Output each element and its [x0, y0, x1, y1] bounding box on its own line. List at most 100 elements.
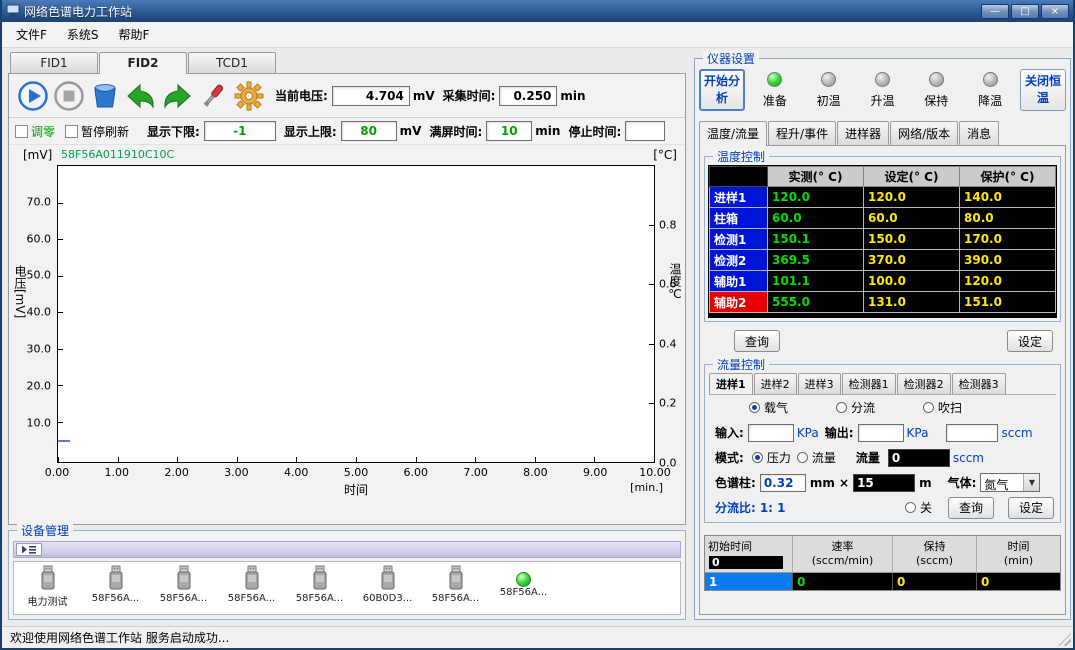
program-row[interactable]: 1 0 0 0	[705, 573, 1060, 590]
device-item-7[interactable]: 58F56A...	[428, 565, 483, 604]
program-col-header-1: 初始时间0	[705, 536, 793, 572]
flow-set-button[interactable]: 设定	[1008, 497, 1054, 519]
temp-query-button[interactable]: 查询	[734, 330, 780, 352]
settings-tab-page: 温度控制 实测(° C)设定(° C)保护(° C)进样1120.0120.01…	[699, 145, 1066, 615]
x-tick-label: 4.00	[284, 466, 309, 479]
settings-tab-2[interactable]: 程升/事件	[768, 121, 836, 145]
clear-data-button[interactable]	[87, 78, 123, 114]
stage-item-5[interactable]: 降温	[967, 72, 1013, 109]
minimize-button[interactable]: —	[981, 4, 1009, 19]
zero-checkbox[interactable]	[15, 125, 28, 138]
mode-radio-2[interactable]: 流量	[797, 449, 836, 466]
y-tick-label: 70.0	[27, 195, 52, 208]
app-icon	[6, 3, 20, 20]
output-pressure-field[interactable]	[858, 424, 904, 442]
temp-zone-row: 柱箱60.060.080.0	[710, 208, 1056, 229]
device-label: 58F56A...	[92, 593, 139, 604]
start-analysis-button[interactable]: 开始分析	[699, 69, 745, 111]
calibration-tool-button[interactable]	[195, 78, 231, 114]
chevron-down-icon[interactable]: ▼	[1023, 474, 1039, 491]
resize-grip[interactable]	[1058, 633, 1071, 646]
zone-set-temp: 120.0	[864, 187, 960, 208]
forward-arrow-button[interactable]	[159, 78, 195, 114]
fullscreen-time-field[interactable]: 10	[486, 121, 532, 141]
flow-tab-3[interactable]: 进样3	[798, 373, 841, 394]
usb-device-icon	[242, 565, 262, 593]
flow-tab-5[interactable]: 检测器2	[897, 373, 951, 394]
column-diameter-field[interactable]: 0.32	[760, 474, 806, 492]
mode-radio-1[interactable]: 压力	[752, 449, 791, 466]
input-pressure-field[interactable]	[748, 424, 794, 442]
device-item-2[interactable]: 58F56A...	[88, 565, 143, 604]
acquisition-toolbar: 当前电压: 4.704 mV 采集时间: 0.250 min	[9, 74, 685, 118]
stage-item-4[interactable]: 保持	[913, 72, 959, 109]
flow-query-button[interactable]: 查询	[948, 497, 994, 519]
menu-item-3[interactable]: 帮助F	[109, 22, 160, 47]
x-tick-mark	[237, 457, 238, 462]
stop-acquisition-button[interactable]	[51, 78, 87, 114]
upper-limit-field[interactable]: 80	[341, 121, 397, 141]
zone-actual-temp: 369.5	[768, 250, 864, 271]
window-controls: — □ ×	[981, 4, 1069, 19]
pause-refresh-checkbox[interactable]	[65, 125, 78, 138]
flow-tab-2[interactable]: 进样2	[754, 373, 797, 394]
flow-setpoint-unit: sccm	[953, 451, 984, 465]
settings-tab-1[interactable]: 温度/流量	[699, 121, 767, 146]
program-hold-value: 0	[893, 573, 977, 590]
menu-item-2[interactable]: 系统S	[57, 22, 109, 47]
settings-tab-5[interactable]: 消息	[959, 121, 999, 145]
acquisition-time-field[interactable]: 0.250	[499, 86, 557, 106]
x-tick-mark	[58, 457, 59, 462]
gas-radio-3[interactable]: 吹扫	[923, 399, 962, 416]
device-manager-title: 设备管理	[17, 522, 73, 539]
device-item-8[interactable]: 58F56A...	[496, 565, 551, 598]
x-tick-mark	[416, 457, 417, 462]
device-item-5[interactable]: 58F56A...	[292, 565, 347, 604]
maximize-button[interactable]: □	[1011, 4, 1039, 19]
menu-item-1[interactable]: 文件F	[6, 22, 57, 47]
stop-time-field[interactable]	[625, 121, 665, 141]
split-off-radio[interactable]: 关	[905, 499, 932, 516]
back-arrow-button[interactable]	[123, 78, 159, 114]
settings-tab-3[interactable]: 进样器	[837, 121, 889, 145]
device-item-3[interactable]: 58F56A...	[156, 565, 211, 604]
close-isothermal-button[interactable]: 关闭恒温	[1020, 69, 1066, 111]
gas-radio-1[interactable]: 载气	[749, 399, 788, 416]
aux-flow-field[interactable]	[946, 424, 998, 442]
stage-item-3[interactable]: 升温	[859, 72, 905, 109]
split-ratio-value: 1: 1	[760, 501, 786, 515]
device-item-4[interactable]: 58F56A...	[224, 565, 279, 604]
device-item-6[interactable]: 60B0D3...	[360, 565, 415, 604]
device-item-1[interactable]: 电力测试	[20, 565, 75, 608]
settings-tab-4[interactable]: 网络/版本	[890, 121, 958, 145]
chromatogram-chart: [mV] 58F56A011910C10C [°C] 70.060.050.04…	[9, 145, 685, 524]
y-tick-label: 60.0	[27, 232, 52, 245]
start-acquisition-button[interactable]	[15, 78, 51, 114]
detector-tab-tcd1[interactable]: TCD1	[188, 52, 276, 73]
lower-limit-field[interactable]: -1	[204, 121, 276, 141]
detector-tab-fid1[interactable]: FID1	[10, 52, 98, 73]
flow-setpoint-field[interactable]: 0	[888, 449, 950, 467]
settings-gear-button[interactable]	[231, 78, 267, 114]
zone-protect-temp: 140.0	[960, 187, 1056, 208]
gas-select[interactable]: 氮气 ▼	[980, 473, 1040, 492]
stage-item-1[interactable]: 准备	[752, 72, 798, 109]
flow-setpoint-label: 流量	[856, 449, 880, 466]
stage-item-2[interactable]: 初温	[806, 72, 852, 109]
temp-set-button[interactable]: 设定	[1007, 330, 1053, 352]
gas-radio-2[interactable]: 分流	[836, 399, 875, 416]
initial-time-field[interactable]: 0	[709, 556, 783, 569]
detector-tab-fid2[interactable]: FID2	[99, 52, 187, 74]
close-button[interactable]: ×	[1041, 4, 1069, 19]
radio-label: 载气	[764, 399, 788, 416]
zone-actual-temp: 150.1	[768, 229, 864, 250]
x-tick-mark	[535, 457, 536, 462]
flow-tab-6[interactable]: 检测器3	[952, 373, 1006, 394]
flow-tab-4[interactable]: 检测器1	[842, 373, 896, 394]
column-length-field[interactable]: 15	[853, 474, 915, 492]
device-list-icon[interactable]	[16, 543, 42, 556]
flow-tab-1[interactable]: 进样1	[709, 373, 753, 394]
zone-actual-temp: 60.0	[768, 208, 864, 229]
current-voltage-field[interactable]: 4.704	[332, 86, 410, 106]
plot-area[interactable]	[57, 165, 655, 463]
